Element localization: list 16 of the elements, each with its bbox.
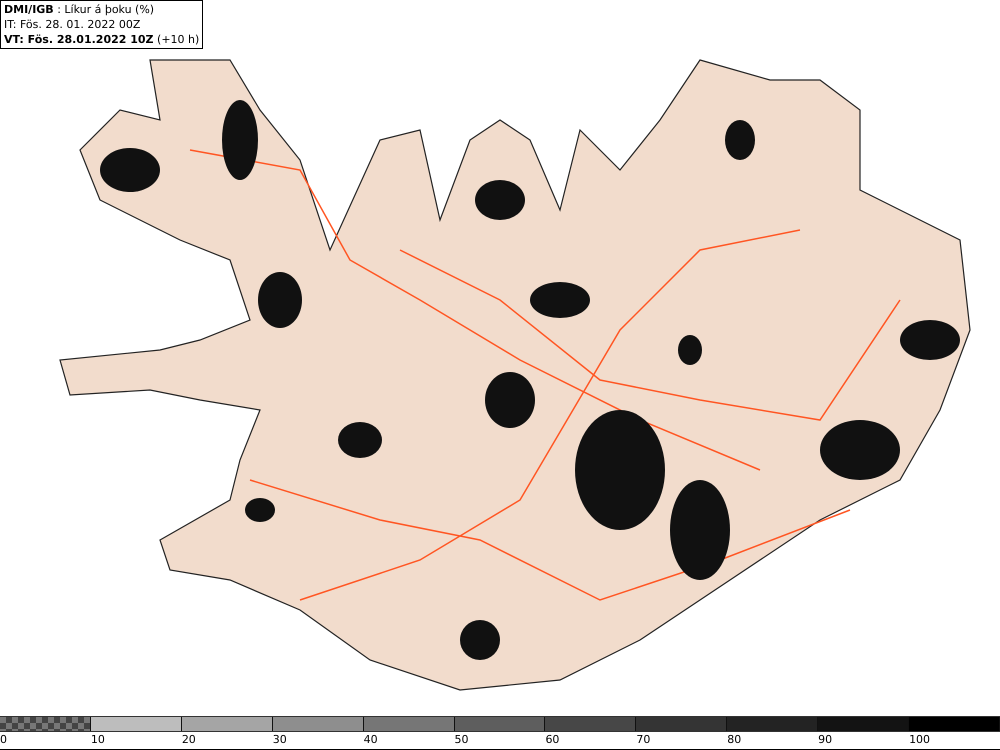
scale-label: 90 xyxy=(818,732,832,746)
valid-time: VT: Fös. 28.01.2022 10Z xyxy=(4,33,154,46)
scale-label: 70 xyxy=(636,732,650,746)
lead-time: (+10 h) xyxy=(156,33,200,46)
scale-label: 0 xyxy=(0,732,7,746)
scale-label: 40 xyxy=(364,732,378,746)
issue-time: IT: Fös. 28. 01. 2022 00Z xyxy=(4,18,140,31)
scale-label: 50 xyxy=(454,732,469,746)
scale-label: 80 xyxy=(727,732,742,746)
scale-label: 30 xyxy=(272,732,287,746)
scale-label: 100 xyxy=(909,732,930,746)
map-title: : Líkur á þoku (%) xyxy=(56,3,154,16)
source-label: DMI/IGB xyxy=(4,3,54,16)
scale-label: 60 xyxy=(545,732,560,746)
scale-label: 20 xyxy=(182,732,196,746)
scale-label: 10 xyxy=(90,732,105,746)
